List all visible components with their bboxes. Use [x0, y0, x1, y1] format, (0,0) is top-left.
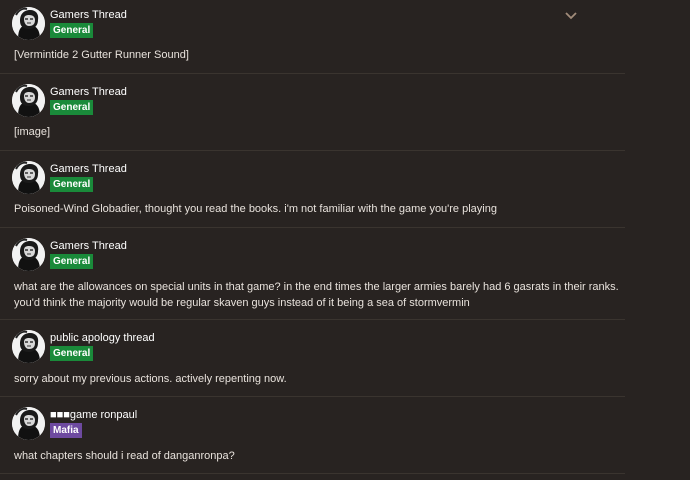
category-badge[interactable]: General [50, 100, 94, 115]
topic-title-link[interactable]: Gamers Thread [50, 162, 127, 176]
topic-title-link[interactable]: public apology thread [50, 331, 155, 345]
post-body: [image] [14, 126, 51, 138]
post-item: Gamers Thread General what are the allow… [0, 227, 625, 320]
category-badge[interactable]: General [50, 346, 94, 361]
post-body: [Vermintide 2 Gutter Runner Sound] [14, 49, 189, 61]
avatar[interactable] [12, 7, 45, 40]
topic-title-link[interactable]: ■■■game ronpaul [50, 408, 137, 422]
post-body: sorry about my previous actions. activel… [14, 373, 287, 385]
post-body: Poisoned-Wind Globadier, thought you rea… [14, 203, 497, 215]
post-item: Gamers Thread General Poisoned-Wind Glob… [0, 150, 625, 228]
topic-title-link[interactable]: Gamers Thread [50, 239, 127, 253]
avatar[interactable] [12, 407, 45, 440]
avatar[interactable] [12, 238, 45, 271]
category-badge[interactable]: General [50, 254, 94, 269]
category-badge[interactable]: Mafia [50, 423, 82, 438]
topic-title-link[interactable]: Gamers Thread [50, 85, 127, 99]
avatar[interactable] [12, 161, 45, 194]
post-item: Gamers Thread General [Vermintide 2 Gutt… [0, 0, 625, 74]
activity-feed: Gamers Thread General [Vermintide 2 Gutt… [0, 0, 690, 480]
post-item: ■■■game ronpaul Mafia what chapters shou… [0, 396, 625, 474]
post-body: what are the allowances on special units… [14, 281, 619, 309]
avatar[interactable] [12, 330, 45, 363]
category-badge[interactable]: General [50, 177, 94, 192]
post-item: Gamers Thread General [image] [0, 73, 625, 151]
post-item: public apology thread General sorry abou… [0, 319, 625, 397]
category-badge[interactable]: General [50, 23, 94, 38]
topic-title-link[interactable]: Gamers Thread [50, 8, 127, 22]
avatar[interactable] [12, 84, 45, 117]
post-body: what chapters should i read of danganron… [14, 450, 235, 462]
